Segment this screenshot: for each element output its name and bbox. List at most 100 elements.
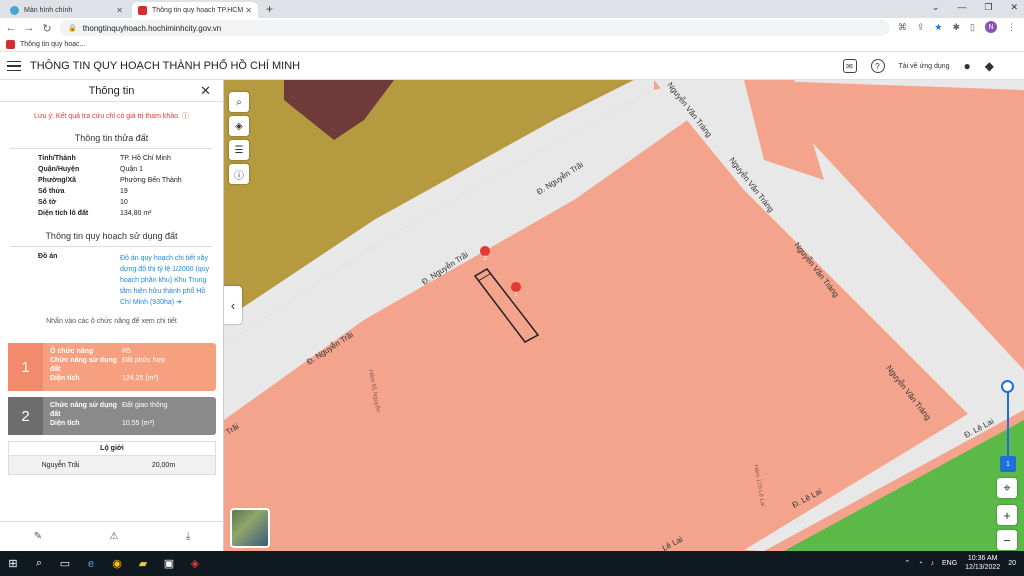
land-info-value: 19	[120, 188, 128, 195]
site-title: THÔNG TIN QUY HOẠCH THÀNH PHỐ HỒ CHÍ MIN…	[30, 60, 301, 72]
app-icon[interactable]: ◈	[182, 551, 208, 576]
plan-link[interactable]: Đồ án quy hoạch chi tiết xây dựng đô thị…	[120, 253, 215, 308]
disclaimer-text: Lưu ý: Kết quả tra cứu chỉ có giá trị th…	[34, 113, 180, 120]
disclaimer-note: Lưu ý: Kết quả tra cứu chỉ có giá trị th…	[0, 111, 223, 121]
site-header: THÔNG TIN QUY HOẠCH THÀNH PHỐ HỒ CHÍ MIN…	[0, 53, 1024, 80]
info-icon[interactable]: ⓘ	[229, 164, 249, 184]
url-input[interactable]: 🔒 thongtinquyhoach.hochiminhcity.gov.vn	[60, 20, 890, 36]
card-number: 2	[8, 397, 43, 435]
file-explorer-icon[interactable]: ▰	[130, 551, 156, 576]
map-search-icon[interactable]: ⌕	[229, 92, 249, 112]
collapse-panel-button[interactable]: ‹	[224, 286, 242, 324]
close-tab-icon[interactable]: ✕	[116, 6, 123, 15]
bookmark-star-icon[interactable]: ★	[934, 22, 942, 33]
hint-text: Nhấn vào các ô chức năng để xem chi tiết	[46, 318, 177, 325]
new-tab-button[interactable]: +	[266, 2, 273, 16]
translate-icon[interactable]: ⌘	[898, 22, 907, 33]
satellite-toggle[interactable]	[230, 508, 270, 548]
tray-chevron-icon[interactable]: ⌃	[904, 559, 910, 567]
land-info-key: Số tờ	[38, 199, 57, 206]
back-icon[interactable]: ←	[4, 22, 18, 34]
volume-icon[interactable]: ♪	[930, 560, 934, 567]
map-canvas[interactable]: 2 1 Đ. Nguyễn Trãi Đ. Nguyễn Trãi Đ. Ngu…	[224, 80, 1024, 551]
download-icon[interactable]: ⤓	[186, 531, 190, 542]
chevron-down-icon[interactable]: ⌄	[932, 2, 940, 13]
zoom-level-badge: 1	[1000, 456, 1016, 472]
locate-icon[interactable]: ⌖	[997, 478, 1017, 498]
android-icon[interactable]: ◆	[985, 59, 994, 73]
apple-icon[interactable]: ●	[964, 59, 971, 73]
land-info-row: Số tờ 10	[38, 197, 223, 208]
task-view-icon[interactable]: ▭	[52, 551, 78, 576]
mail-icon[interactable]: ✉	[842, 59, 857, 73]
card-key: Diện tích	[50, 420, 80, 427]
taskbar: ⊞ ⌕ ▭ e ◉ ▰ ▣ ◈ ⌃ ◔ ♪ ENG 10:36 AM 12/13…	[0, 551, 1024, 576]
language-indicator[interactable]: ENG	[942, 560, 957, 567]
setback-row: Nguyễn Trãi 20,00m	[9, 456, 215, 474]
function-card-1[interactable]: 1 Ô chức năng R5 Chức năng sử dụng đất Đất…	[8, 343, 216, 391]
sidepanel-icon[interactable]: ▯	[970, 22, 975, 33]
setback-value: 20,00m	[151, 461, 176, 469]
land-info-row: Diện tích lô đất 134,80 m²	[38, 208, 223, 219]
land-info-key: Phường/Xã	[38, 177, 77, 184]
clock-time: 10:36 AM	[967, 555, 998, 562]
land-section-title: Thông tin thửa đất	[10, 133, 213, 149]
card-value: Đất phức hợp	[122, 357, 166, 364]
card-key: Ô chức năng	[50, 348, 94, 355]
help-icon[interactable]: ?	[870, 59, 885, 73]
setback-table: Lộ giới Nguyễn Trãi 20,00m	[8, 441, 216, 475]
warning-icon[interactable]: ⚠	[110, 531, 119, 542]
window-controls: ⌄ — ❐ ✕	[932, 2, 1018, 13]
close-window-icon[interactable]: ✕	[1010, 2, 1018, 13]
minimize-icon[interactable]: —	[957, 2, 966, 13]
setback-title: Lộ giới	[9, 442, 215, 456]
lock-icon: 🔒	[68, 25, 77, 32]
zoom-in-button[interactable]: +	[997, 505, 1017, 525]
notification-badge[interactable]: 20	[1008, 560, 1016, 567]
clock[interactable]: 10:36 AM 12/13/2022	[965, 554, 1000, 572]
zoom-slider-track[interactable]	[1007, 392, 1009, 456]
url-text: thongtinquyhoach.hochiminhcity.gov.vn	[82, 23, 222, 33]
plan-section-title: Thông tin quy hoạch sử dụng đất	[10, 231, 213, 247]
hamburger-menu-icon[interactable]	[7, 58, 21, 75]
close-tab-icon[interactable]: ✕	[245, 6, 252, 15]
windows-start-icon[interactable]: ⊞	[0, 551, 26, 576]
close-icon[interactable]: ✕	[200, 83, 211, 99]
card-key: Chức năng sử dụng đất	[50, 357, 117, 373]
store-icon[interactable]: ▣	[156, 551, 182, 576]
clock-date: 12/13/2022	[965, 564, 1001, 571]
edge-icon[interactable]: e	[78, 551, 104, 576]
panel-header: Thông tin ✕	[0, 80, 223, 102]
card-value: R5	[122, 348, 131, 355]
card-value: 10,55 (m²)	[122, 420, 155, 427]
edit-document-icon[interactable]: ✎	[34, 531, 42, 542]
list-icon[interactable]: ☰	[229, 140, 249, 160]
globe-icon	[10, 5, 19, 15]
info-panel: Thông tin ✕ Lưu ý: Kết quả tra cứu chỉ c…	[0, 80, 224, 551]
profile-avatar[interactable]: N	[985, 21, 997, 33]
land-info-key: Tỉnh/Thành	[38, 155, 76, 162]
search-icon[interactable]: ⌕	[26, 551, 52, 576]
tab-quy-hoach[interactable]: Thông tin quy hoạch TP.HCM ✕	[132, 2, 258, 18]
menu-icon[interactable]: ⋮	[1007, 22, 1016, 33]
extensions-icon[interactable]: ✱	[953, 22, 961, 33]
land-info-row: Số thửa 19	[38, 186, 223, 197]
land-info-row: Phường/Xã Phường Bến Thành	[38, 175, 223, 186]
wifi-icon[interactable]: ◔	[918, 560, 922, 567]
forward-icon[interactable]: →	[22, 22, 36, 34]
chrome-icon[interactable]: ◉	[104, 551, 130, 576]
share-icon[interactable]: ⇪	[917, 22, 925, 33]
bookmark-item[interactable]: Thông tin quy hoạc...	[20, 41, 85, 48]
plan-row: Đồ án Đồ án quy hoạch chi tiết xây dựng …	[38, 253, 223, 308]
header-actions: ✉ ? Tải về ứng dụng ● ◆	[842, 59, 994, 73]
function-card-2[interactable]: 2 Chức năng sử dụng đất Đất giao thông Di…	[8, 397, 216, 435]
land-info-key: Quận/Huyện	[38, 166, 80, 173]
zoom-out-button[interactable]: −	[997, 530, 1017, 550]
site-favicon-icon	[138, 5, 147, 15]
reload-icon[interactable]: ↻	[40, 22, 54, 35]
tab-home[interactable]: Màn hình chính ✕	[4, 2, 129, 18]
layers-icon[interactable]: ◈	[229, 116, 249, 136]
info-circle-icon: ⓘ	[181, 113, 189, 120]
land-info-row: Quận/Huyện Quận 1	[38, 164, 223, 175]
restore-icon[interactable]: ❐	[984, 2, 992, 13]
